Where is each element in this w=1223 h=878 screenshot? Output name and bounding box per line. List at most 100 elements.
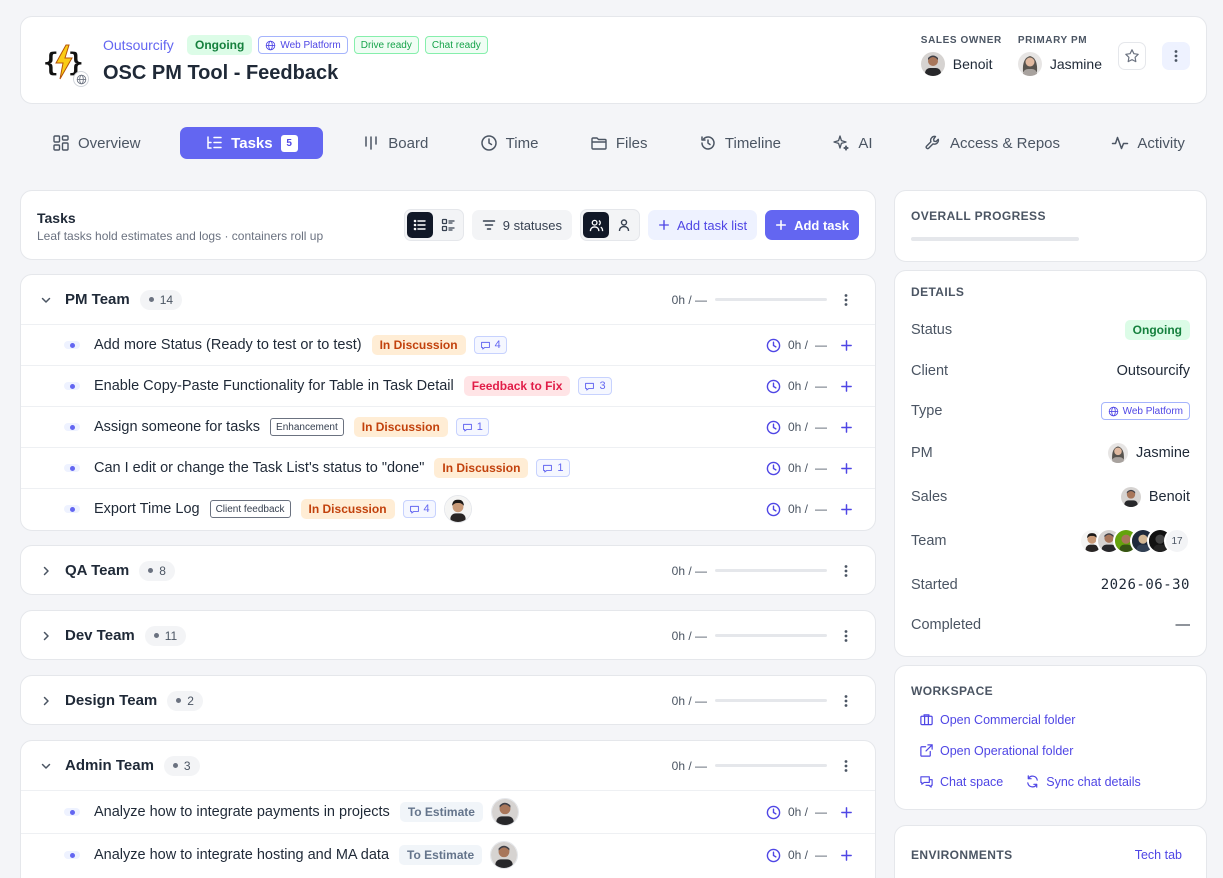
open-operational-folder-link[interactable]: Open Operational folder bbox=[919, 743, 1190, 758]
task-title[interactable]: Export Time Log bbox=[94, 501, 200, 517]
grouped-view-button[interactable] bbox=[435, 212, 461, 238]
task-title[interactable]: Assign someone for tasks bbox=[94, 419, 260, 435]
tab-overview[interactable]: Overview bbox=[40, 127, 153, 159]
tab-activity[interactable]: Activity bbox=[1099, 127, 1197, 159]
team-avatars[interactable]: 17 bbox=[1079, 528, 1190, 554]
sparkles-icon bbox=[833, 135, 850, 151]
status-badge: Ongoing bbox=[187, 35, 253, 55]
tab-ai[interactable]: AI bbox=[820, 127, 884, 159]
chevron-right-icon[interactable] bbox=[39, 564, 53, 578]
status-badge[interactable]: In Discussion bbox=[300, 499, 395, 519]
task-title[interactable]: Analyze how to integrate payments in pro… bbox=[94, 804, 390, 820]
table-row[interactable]: Analyze how to integrate hosting and MA … bbox=[21, 833, 875, 876]
add-task-button[interactable]: Add task bbox=[765, 210, 859, 240]
comment-count[interactable]: 1 bbox=[455, 418, 489, 436]
time-estimate[interactable]: 0h / — bbox=[766, 502, 827, 517]
plus-icon[interactable] bbox=[839, 805, 853, 819]
sync-chat-details-link[interactable]: Sync chat details bbox=[1025, 774, 1141, 789]
more-vertical-icon[interactable] bbox=[839, 759, 853, 773]
chevron-right-icon[interactable] bbox=[39, 629, 53, 643]
avatar bbox=[1108, 443, 1128, 463]
more-options-button[interactable] bbox=[1162, 42, 1190, 70]
plus-icon[interactable] bbox=[839, 338, 853, 352]
table-row[interactable]: Add more Status (Ready to test or to tes… bbox=[21, 324, 875, 365]
table-row[interactable]: Assign someone for tasks Enhancement In … bbox=[21, 406, 875, 447]
group-header[interactable]: Admin Team 3 0h / — bbox=[21, 741, 875, 790]
more-vertical-icon[interactable] bbox=[839, 629, 853, 643]
group-header[interactable]: QA Team 8 0h / — bbox=[21, 546, 875, 595]
group-header[interactable]: PM Team 14 0h / — bbox=[21, 275, 875, 324]
time-estimate[interactable]: 0h / — bbox=[766, 805, 827, 820]
plus-icon[interactable] bbox=[839, 379, 853, 393]
more-vertical-icon[interactable] bbox=[839, 694, 853, 708]
task-tag: Enhancement bbox=[270, 418, 344, 436]
tab-access-repos[interactable]: Access & Repos bbox=[912, 127, 1072, 159]
status-badge[interactable]: In Discussion bbox=[434, 458, 529, 478]
status-badge[interactable]: To Estimate bbox=[399, 802, 483, 822]
tab-tasks[interactable]: Tasks 5 bbox=[179, 127, 323, 159]
time-estimate[interactable]: 0h / — bbox=[766, 379, 827, 394]
plus-icon[interactable] bbox=[839, 848, 853, 862]
tab-timeline[interactable]: Timeline bbox=[687, 127, 793, 159]
group-progress-bar bbox=[715, 298, 827, 301]
task-title[interactable]: Can I edit or change the Task List's sta… bbox=[94, 460, 424, 476]
time-estimate[interactable]: 0h / — bbox=[766, 848, 827, 863]
task-title[interactable]: Analyze how to integrate hosting and MA … bbox=[94, 847, 389, 863]
favorite-button[interactable] bbox=[1118, 42, 1146, 70]
time-estimate[interactable]: 0h / — bbox=[766, 420, 827, 435]
comment-count[interactable]: 4 bbox=[402, 500, 436, 518]
add-task-list-button[interactable]: Add task list bbox=[648, 210, 758, 240]
chevron-down-icon[interactable] bbox=[39, 293, 53, 307]
tech-tab-link[interactable]: Tech tab bbox=[1135, 848, 1182, 862]
clock-icon bbox=[766, 848, 781, 863]
assignee-avatar[interactable] bbox=[443, 495, 472, 523]
table-row[interactable]: Can I edit or change the Task List's sta… bbox=[21, 447, 875, 488]
comment-icon bbox=[542, 463, 553, 474]
group-header[interactable]: Design Team 2 0h / — bbox=[21, 676, 875, 725]
assignee-avatar[interactable] bbox=[490, 841, 519, 869]
status-badge[interactable]: In Discussion bbox=[371, 335, 466, 355]
tab-files[interactable]: Files bbox=[578, 127, 660, 159]
task-title[interactable]: Add more Status (Ready to test or to tes… bbox=[94, 337, 362, 353]
assignee-avatar[interactable] bbox=[490, 798, 519, 826]
status-badge[interactable]: To Estimate bbox=[399, 845, 483, 865]
time-estimate[interactable]: 0h / — bbox=[766, 461, 827, 476]
external-link-icon bbox=[920, 744, 933, 757]
more-vertical-icon[interactable] bbox=[839, 293, 853, 307]
plus-icon[interactable] bbox=[839, 420, 853, 434]
comment-icon bbox=[584, 381, 595, 392]
plus-icon[interactable] bbox=[839, 502, 853, 516]
chevron-right-icon[interactable] bbox=[39, 694, 53, 708]
list-view-button[interactable] bbox=[406, 212, 433, 238]
platform-badge: Web Platform bbox=[258, 36, 348, 54]
comment-count[interactable]: 1 bbox=[536, 459, 570, 477]
comment-count[interactable]: 3 bbox=[578, 377, 612, 395]
table-row[interactable]: Analyze how to integrate payments in pro… bbox=[21, 790, 875, 833]
status-badge[interactable]: Feedback to Fix bbox=[463, 376, 571, 396]
group-header[interactable]: Dev Team 11 0h / — bbox=[21, 611, 875, 660]
table-row[interactable]: Enable Copy-Paste Functionality for Tabl… bbox=[21, 365, 875, 406]
status-badge[interactable]: In Discussion bbox=[353, 417, 448, 437]
my-tasks-button[interactable] bbox=[611, 212, 637, 238]
table-row[interactable]: Export Time Log Client feedback In Discu… bbox=[21, 488, 875, 529]
chevron-down-icon[interactable] bbox=[39, 759, 53, 773]
refresh-icon bbox=[1027, 775, 1039, 788]
plus-icon[interactable] bbox=[839, 461, 853, 475]
team-view-button[interactable] bbox=[583, 212, 609, 238]
tab-board[interactable]: Board bbox=[350, 127, 440, 159]
task-status-dot bbox=[64, 382, 80, 390]
open-commercial-folder-link[interactable]: Open Commercial folder bbox=[919, 712, 1190, 727]
time-estimate[interactable]: 0h / — bbox=[766, 338, 827, 353]
comment-count[interactable]: 4 bbox=[473, 336, 507, 354]
details-card: DETAILS Status Ongoing Client Outsourcif… bbox=[894, 270, 1207, 657]
page-title: OSC PM Tool - Feedback bbox=[103, 62, 339, 84]
more-vertical-icon[interactable] bbox=[839, 564, 853, 578]
client-link[interactable]: Outsourcify bbox=[103, 37, 174, 53]
status-filter-button[interactable]: 9 statuses bbox=[471, 210, 572, 240]
task-title[interactable]: Enable Copy-Paste Functionality for Tabl… bbox=[94, 378, 454, 394]
briefcase-icon bbox=[920, 714, 933, 726]
clock-icon bbox=[766, 805, 781, 820]
group-progress-bar bbox=[715, 569, 827, 572]
tab-time[interactable]: Time bbox=[468, 127, 551, 159]
chat-space-link[interactable]: Chat space bbox=[919, 774, 1003, 789]
